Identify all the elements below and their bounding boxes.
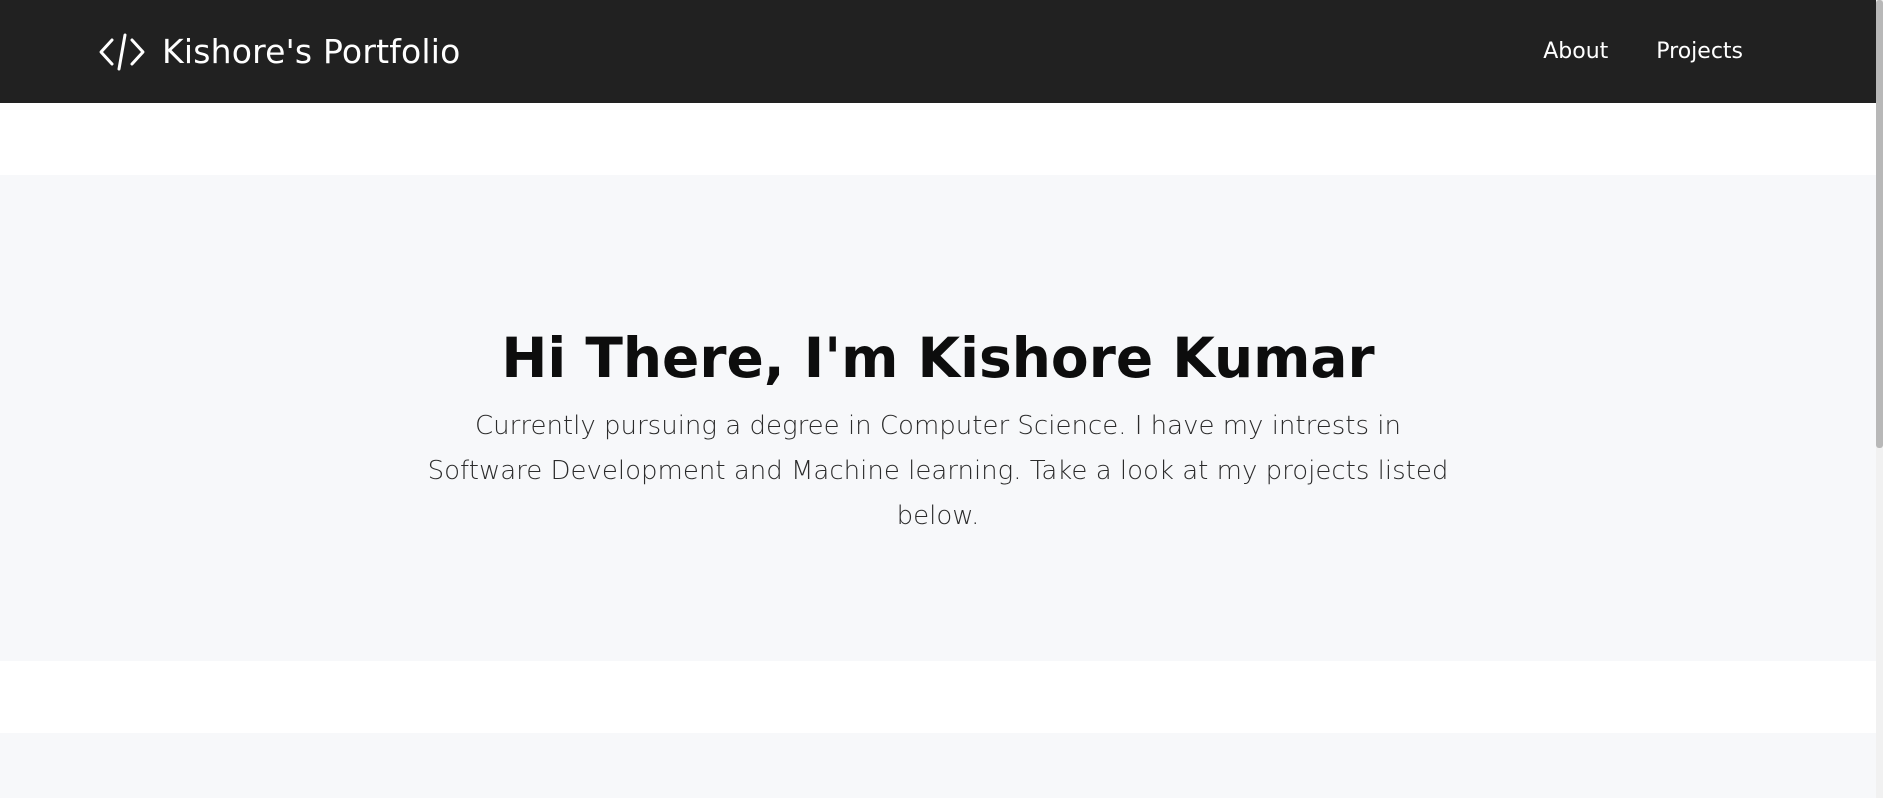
brand-title: Kishore's Portfolio <box>162 32 461 71</box>
brand-link[interactable]: Kishore's Portfolio <box>98 0 461 103</box>
nav-links: About Projects <box>1543 0 1743 103</box>
hero-content: Hi There, I'm Kishore Kumar Currently pu… <box>0 326 1876 539</box>
hero-subtitle: Currently pursuing a degree in Computer … <box>427 411 1449 532</box>
portfolio-page: Kishore's Portfolio About Projects Hi Th… <box>0 0 1883 798</box>
hero-title: Hi There, I'm Kishore Kumar <box>501 326 1375 390</box>
next-section <box>0 733 1876 798</box>
nav-link-about[interactable]: About <box>1543 39 1608 64</box>
scrollbar-thumb[interactable] <box>1876 0 1883 448</box>
code-icon <box>98 30 146 74</box>
nav-link-projects[interactable]: Projects <box>1656 39 1743 64</box>
vertical-scrollbar[interactable] <box>1876 0 1883 798</box>
top-navbar: Kishore's Portfolio About Projects <box>0 0 1876 103</box>
hero-section: Hi There, I'm Kishore Kumar Currently pu… <box>0 175 1876 661</box>
